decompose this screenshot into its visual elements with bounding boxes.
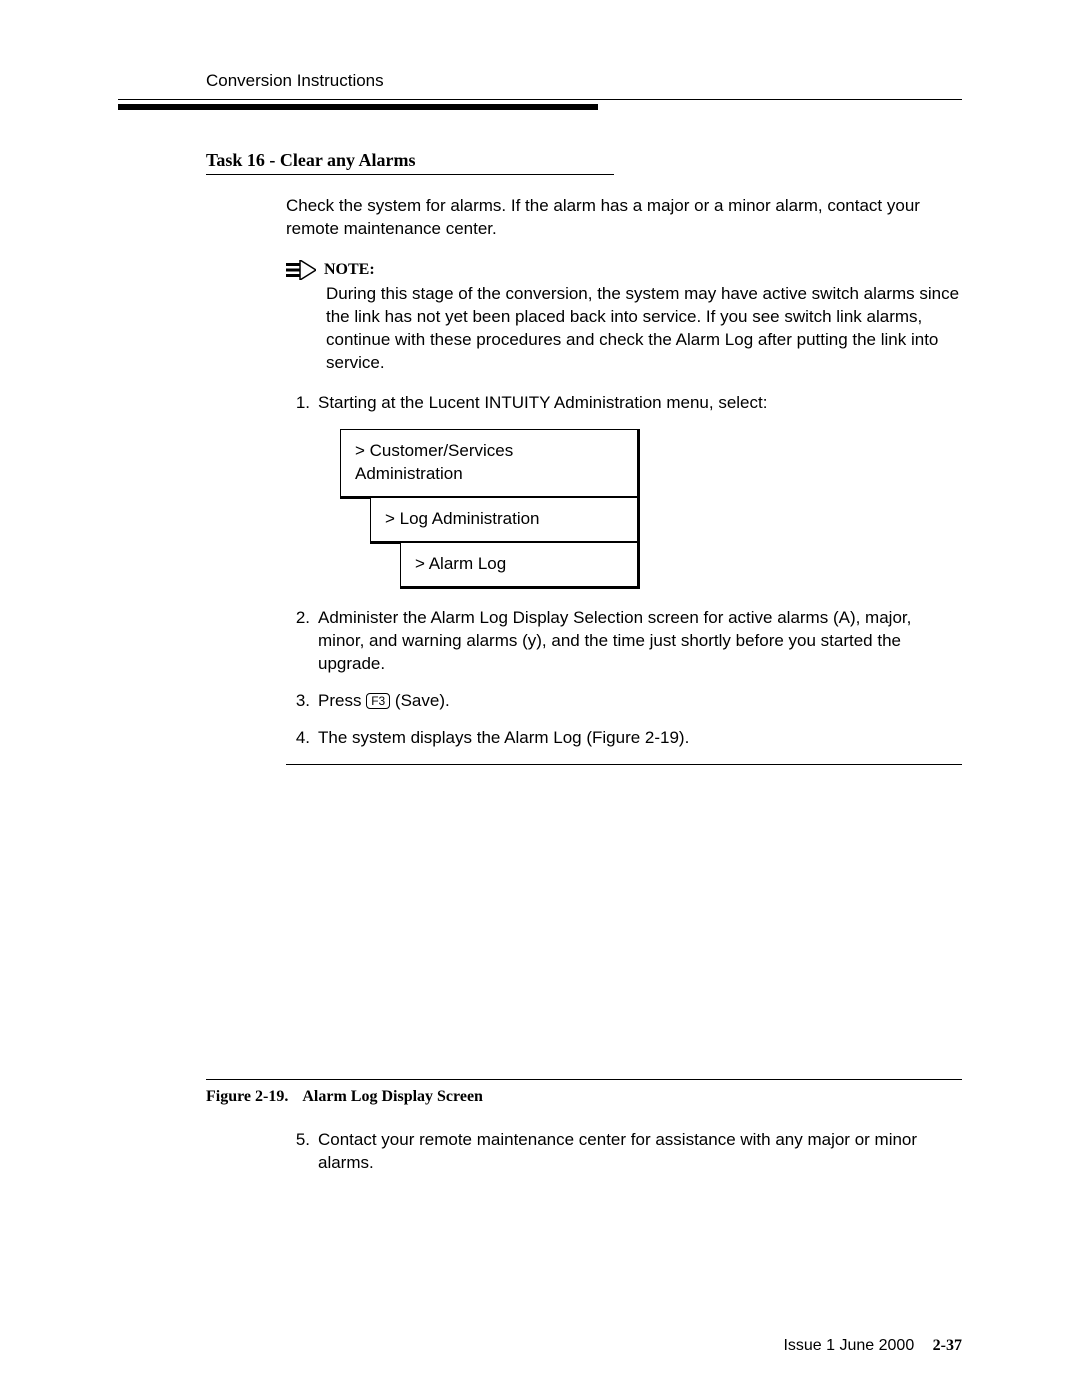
step-3: 3. Press F3 (Save). (286, 690, 962, 713)
intro-paragraph: Check the system for alarms. If the alar… (286, 195, 962, 241)
running-header: Conversion Instructions (206, 70, 962, 93)
step-number: 2. (286, 607, 310, 676)
step-5: 5. Contact your remote maintenance cente… (286, 1129, 962, 1175)
content-area-after-figure: 5. Contact your remote maintenance cente… (286, 1129, 962, 1175)
figure-label: Figure 2-19. (206, 1088, 288, 1105)
step-text: Press F3 (Save). (318, 690, 962, 713)
menu-item-alarm-log: > Alarm Log (400, 542, 640, 589)
page-number: 2-37 (933, 1337, 962, 1354)
step-text: Administer the Alarm Log Display Selecti… (318, 607, 962, 676)
note-block: NOTE: During this stage of the conversio… (286, 259, 962, 374)
step-text: Contact your remote maintenance center f… (318, 1129, 962, 1175)
step-number: 3. (286, 690, 310, 713)
figure-title: Alarm Log Display Screen (302, 1088, 483, 1105)
step-text-after-key: (Save). (390, 691, 450, 710)
step-number: 4. (286, 727, 310, 750)
header-rule-thin (118, 99, 962, 100)
step-text: Starting at the Lucent INTUITY Administr… (318, 392, 962, 415)
keycap-f3: F3 (366, 693, 390, 709)
step-4: 4. The system displays the Alarm Log (Fi… (286, 727, 962, 750)
menu-item-log-administration: > Log Administration (370, 497, 640, 544)
step-2: 2. Administer the Alarm Log Display Sele… (286, 607, 962, 676)
step-number: 1. (286, 392, 310, 415)
step-number: 5. (286, 1129, 310, 1175)
menu-path: > Customer/Services Administration > Log… (340, 429, 962, 589)
content-area: Check the system for alarms. If the alar… (286, 195, 962, 1075)
menu-item-customer-services: > Customer/Services Administration (340, 429, 640, 499)
task-heading: Task 16 - Clear any Alarms (206, 148, 614, 175)
header-rule-thick (118, 104, 598, 110)
figure-caption: Figure 2-19. Alarm Log Display Screen (206, 1079, 962, 1108)
step-text: The system displays the Alarm Log (Figur… (318, 727, 962, 750)
note-arrow-icon (286, 260, 316, 280)
figure-placeholder (286, 765, 962, 1075)
note-body: During this stage of the conversion, the… (326, 283, 962, 375)
note-label: NOTE: (324, 259, 375, 281)
page-footer: Issue 1 June 2000 2-37 (783, 1335, 962, 1357)
step-1: 1. Starting at the Lucent INTUITY Admini… (286, 392, 962, 415)
issue-date: Issue 1 June 2000 (783, 1337, 914, 1354)
step-text-before-key: Press (318, 691, 366, 710)
